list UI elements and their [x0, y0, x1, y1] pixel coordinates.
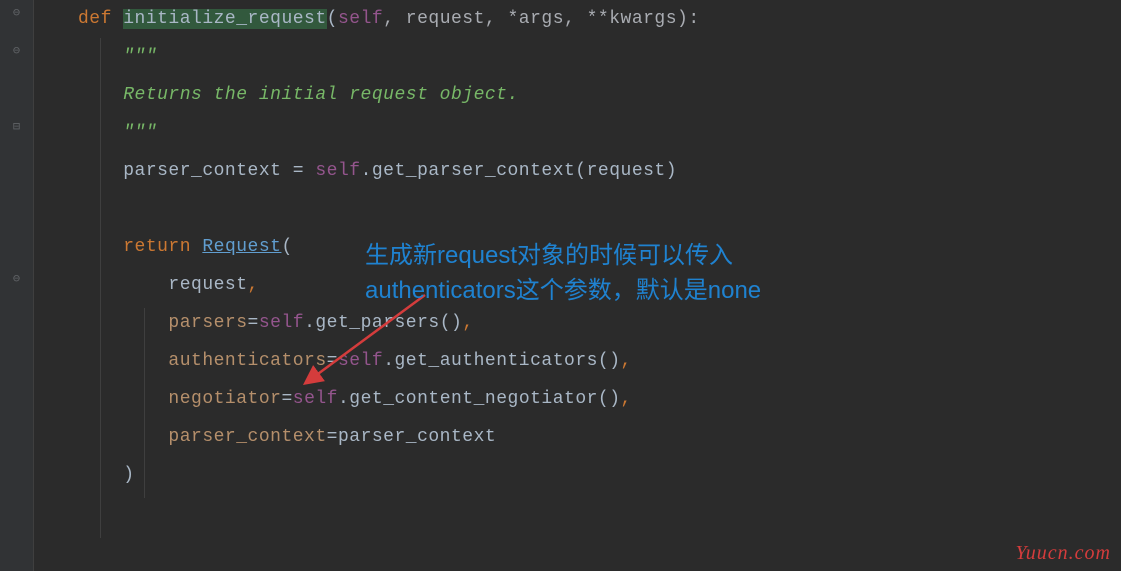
comma: , — [248, 275, 259, 295]
gutter: ⊖ ⊖ ⊟ ⊖ — [0, 0, 34, 571]
code-line[interactable]: ) — [34, 456, 1121, 494]
eq: = — [281, 389, 292, 409]
paren: ( — [327, 9, 338, 29]
paren: ) — [123, 465, 134, 485]
self-kw: self — [315, 161, 360, 181]
self-kw: self — [338, 351, 383, 371]
comma: , — [621, 389, 632, 409]
code-line[interactable]: Returns the initial request object. — [34, 76, 1121, 114]
eq: = — [327, 427, 338, 447]
self-kw: self — [259, 313, 304, 333]
method-call: .get_authenticators() — [383, 351, 620, 371]
code-line[interactable]: parser_context=parser_context — [34, 418, 1121, 456]
code-line[interactable]: parsers=self.get_parsers(), — [34, 304, 1121, 342]
params: , request, *args, **kwargs): — [383, 9, 699, 29]
code-line[interactable]: parser_context = self.get_parser_context… — [34, 152, 1121, 190]
code-line[interactable] — [34, 190, 1121, 228]
keyword-def: def — [78, 9, 123, 29]
assign-lhs: parser_context = — [123, 161, 315, 181]
code-line[interactable]: authenticators=self.get_authenticators()… — [34, 342, 1121, 380]
fold-icon[interactable]: ⊟ — [0, 120, 33, 134]
docstring-body: Returns the initial request object. — [123, 85, 519, 105]
comma: , — [462, 313, 473, 333]
function-name: initialize_request — [123, 9, 326, 29]
param-authenticators: authenticators — [168, 351, 326, 371]
arg-request: request — [168, 275, 247, 295]
code-line[interactable]: """ — [34, 38, 1121, 76]
comma: , — [621, 351, 632, 371]
fold-icon[interactable]: ⊖ — [0, 44, 33, 58]
param-parser-context: parser_context — [168, 427, 326, 447]
code-line[interactable]: def initialize_request(self, request, *a… — [34, 0, 1121, 38]
self-kw: self — [293, 389, 338, 409]
code-line[interactable]: negotiator=self.get_content_negotiator()… — [34, 380, 1121, 418]
annotation-text: 生成新request对象的时候可以传入 authenticators这个参数，默… — [365, 238, 761, 308]
paren: ( — [281, 237, 292, 257]
docstring-quote: """ — [123, 47, 157, 67]
watermark: Yuucn.com — [1016, 542, 1111, 565]
eq: = — [327, 351, 338, 371]
fold-icon[interactable]: ⊖ — [0, 272, 33, 286]
keyword-return: return — [123, 237, 202, 257]
method-call: .get_content_negotiator() — [338, 389, 621, 409]
param-parsers: parsers — [168, 313, 247, 333]
value: parser_context — [338, 427, 496, 447]
method-call: .get_parser_context(request) — [361, 161, 677, 181]
param-negotiator: negotiator — [168, 389, 281, 409]
eq: = — [248, 313, 259, 333]
class-link[interactable]: Request — [202, 237, 281, 257]
annotation-line1: 生成新request对象的时候可以传入 — [365, 238, 761, 273]
annotation-line2: authenticators这个参数，默认是none — [365, 273, 761, 308]
fold-icon[interactable]: ⊖ — [0, 6, 33, 20]
docstring-quote: """ — [123, 123, 157, 143]
code-line[interactable]: """ — [34, 114, 1121, 152]
method-call: .get_parsers() — [304, 313, 462, 333]
self-kw: self — [338, 9, 383, 29]
